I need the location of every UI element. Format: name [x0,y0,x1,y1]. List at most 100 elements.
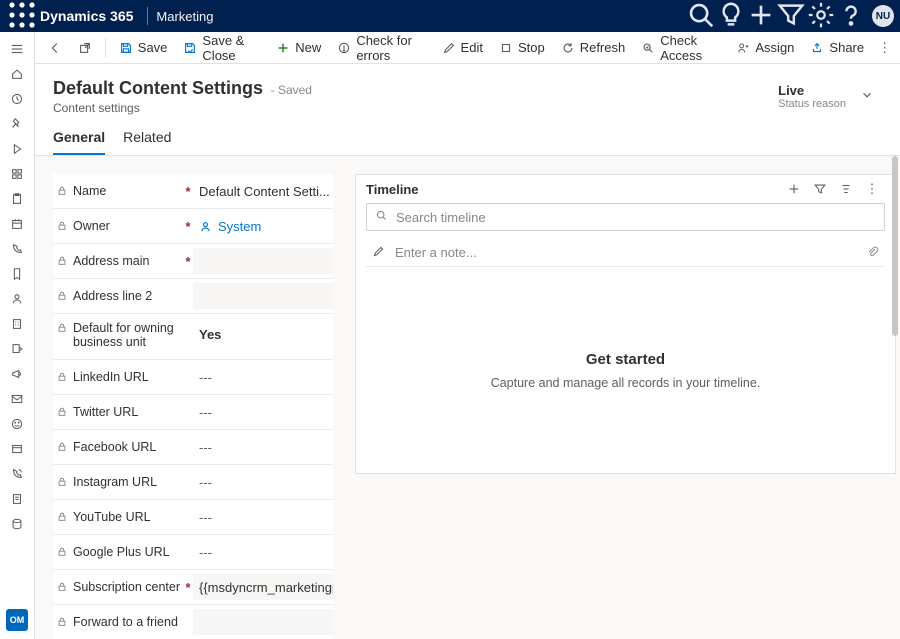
rail-clipboard-icon[interactable] [0,186,34,211]
saved-label: - Saved [271,83,312,97]
rail-note-icon[interactable] [0,486,34,511]
rail-home-icon[interactable] [0,61,34,86]
field-value-owner[interactable]: System [193,213,333,239]
lock-icon [57,407,67,417]
lock-icon [57,512,67,522]
global-top-bar: Dynamics 365 Marketing NU [0,0,900,32]
field-label-youtube: YouTube URL [73,510,151,524]
timeline-panel: Timeline ⋮ Search timeline Enter a note.… [355,174,896,474]
lock-icon [57,372,67,382]
header-chevron-icon[interactable] [860,88,874,105]
help-icon[interactable] [836,0,866,33]
rail-bottom-badge[interactable]: OM [6,609,28,631]
tab-related[interactable]: Related [123,129,171,155]
timeline-note-input[interactable]: Enter a note... [366,239,885,267]
field-value-facebook[interactable]: --- [193,434,333,460]
stop-button[interactable]: Stop [492,34,552,62]
field-label-twitter: Twitter URL [73,405,138,419]
field-label-forward: Forward to a friend [73,615,178,629]
rail-pin-icon[interactable] [0,111,34,136]
command-overflow-button[interactable]: ⋮ [875,40,894,56]
app-name[interactable]: Marketing [156,9,213,24]
rail-task-icon[interactable] [0,161,34,186]
field-value-subscription[interactable]: {{msdyncrm_marketingp [193,574,333,600]
timeline-filter-button[interactable] [807,182,833,196]
pencil-icon [372,245,385,261]
field-label-owner: Owner [73,219,110,233]
lock-icon [57,221,67,231]
rail-phone-icon[interactable] [0,236,34,261]
form-header: Default Content Settings - Saved Content… [35,64,900,115]
timeline-search-input[interactable]: Search timeline [366,203,885,231]
lock-icon [57,291,67,301]
attach-icon[interactable] [866,245,879,261]
rail-megaphone-icon[interactable] [0,361,34,386]
add-icon[interactable] [746,0,776,33]
timeline-empty-text: Capture and manage all records in your t… [491,376,761,390]
field-value-linkedin[interactable]: --- [193,364,333,390]
tab-general[interactable]: General [53,129,105,155]
rail-emoji-icon[interactable] [0,411,34,436]
rail-person-icon[interactable] [0,286,34,311]
save-close-button[interactable]: Save & Close [176,34,267,62]
new-button[interactable]: New [269,34,328,62]
lock-icon [57,186,67,196]
lock-icon [57,547,67,557]
field-value-youtube[interactable]: --- [193,504,333,530]
filter-icon[interactable] [776,0,806,33]
edit-button[interactable]: Edit [435,34,490,62]
refresh-button[interactable]: Refresh [554,34,633,62]
assign-button[interactable]: Assign [729,34,801,62]
rail-play-icon[interactable] [0,136,34,161]
entity-subtitle: Content settings [53,101,778,115]
share-button[interactable]: Share [803,34,871,62]
lock-icon [57,477,67,487]
field-value-address2[interactable] [193,283,333,309]
timeline-add-button[interactable] [781,182,807,196]
timeline-title: Timeline [366,182,781,197]
lock-icon [57,256,67,266]
rail-bookmark-icon[interactable] [0,261,34,286]
rail-phone2-icon[interactable] [0,461,34,486]
field-value-instagram[interactable]: --- [193,469,333,495]
back-button[interactable] [41,34,69,62]
divider [147,7,148,25]
rail-export-icon[interactable] [0,336,34,361]
rail-db-icon[interactable] [0,511,34,536]
field-label-address2: Address line 2 [73,289,152,303]
rail-mail-icon[interactable] [0,386,34,411]
lock-icon [57,442,67,452]
field-value-googleplus[interactable]: --- [193,539,333,565]
search-icon[interactable] [686,0,716,33]
check-access-button[interactable]: Check Access [634,34,727,62]
app-launcher-icon[interactable] [6,0,38,34]
field-value-twitter[interactable]: --- [193,399,333,425]
status-value: Live [778,83,846,98]
status-label: Status reason [778,98,846,110]
left-nav-rail: OM [0,32,35,639]
field-label-facebook: Facebook URL [73,440,156,454]
lock-icon [57,582,67,592]
field-value-forward[interactable] [193,609,333,635]
settings-icon[interactable] [806,0,836,33]
field-label-linkedin: LinkedIn URL [73,370,149,384]
rail-calendar-icon[interactable] [0,211,34,236]
brand-title[interactable]: Dynamics 365 [40,8,133,24]
field-value-default-bu[interactable]: Yes [193,321,333,347]
lightbulb-icon[interactable] [716,0,746,33]
lock-icon [57,617,67,627]
rail-building-icon[interactable] [0,311,34,336]
rail-window-icon[interactable] [0,436,34,461]
field-value-address-main[interactable] [193,248,333,274]
timeline-empty-title: Get started [586,351,665,368]
rail-menu-icon[interactable] [0,36,34,61]
rail-recent-icon[interactable] [0,86,34,111]
save-button[interactable]: Save [112,34,175,62]
timeline-more-button[interactable]: ⋮ [859,181,885,197]
field-value-name[interactable]: Default Content Setti... [193,178,333,204]
check-errors-button[interactable]: Check for errors [330,34,432,62]
field-label-googleplus: Google Plus URL [73,545,170,559]
user-avatar[interactable]: NU [872,5,894,27]
timeline-sort-button[interactable] [833,182,859,196]
open-new-button[interactable] [71,34,99,62]
